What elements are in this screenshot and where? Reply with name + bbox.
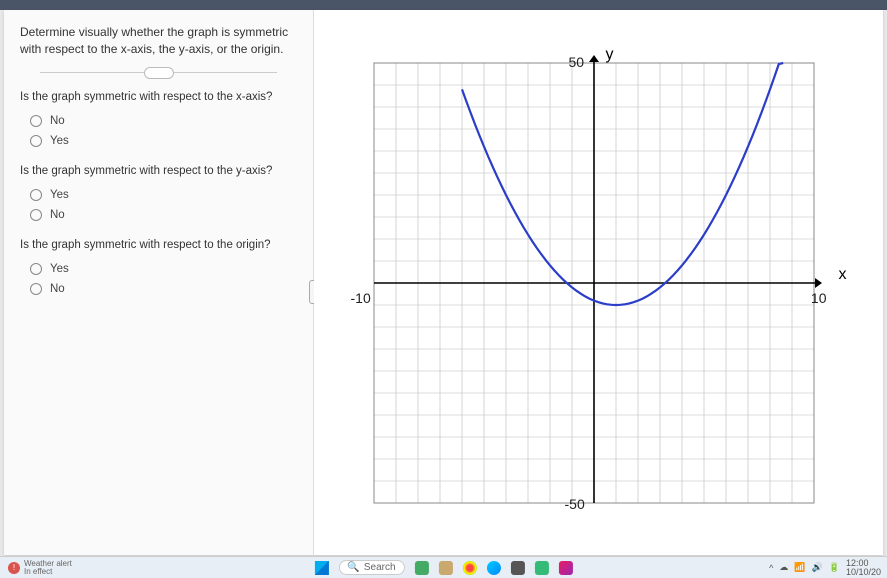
- y-axis-label: y: [606, 46, 614, 64]
- taskbar-tray[interactable]: ^ ☁ 📶 🔊 🔋 12:00 10/10/20: [769, 559, 881, 577]
- weather-widget[interactable]: ! Weather alert In effect: [8, 560, 72, 576]
- x-right-tick: 10: [811, 290, 827, 306]
- alert-icon: !: [8, 562, 20, 574]
- radio-icon: [30, 263, 42, 275]
- radio-label: Yes: [50, 135, 69, 147]
- radio-label: No: [50, 209, 65, 221]
- cloud-icon[interactable]: ☁: [779, 562, 788, 573]
- taskbar-app-icon[interactable]: [415, 561, 429, 575]
- radio-label: Yes: [50, 263, 69, 275]
- taskbar-app-icon-2[interactable]: [511, 561, 525, 575]
- coordinate-graph[interactable]: y x 50 -50 -10 10: [359, 48, 829, 518]
- radio-icon: [30, 115, 42, 127]
- radio-q2-no[interactable]: No: [20, 205, 297, 225]
- file-explorer-icon[interactable]: [439, 561, 453, 575]
- windows-start-icon[interactable]: [314, 561, 328, 575]
- browser-top-bar: [0, 0, 887, 10]
- question-prompt: Determine visually whether the graph is …: [20, 24, 297, 58]
- taskbar-center: 🔍 Search: [314, 560, 572, 575]
- radio-q3-yes[interactable]: Yes: [20, 259, 297, 279]
- y-bottom-tick: -50: [565, 496, 585, 512]
- main-container: Determine visually whether the graph is …: [4, 10, 883, 555]
- windows-taskbar[interactable]: ! Weather alert In effect 🔍 Search ^ ☁ 📶…: [0, 556, 887, 578]
- radio-q2-yes[interactable]: Yes: [20, 185, 297, 205]
- taskbar-app-icon-4[interactable]: [559, 561, 573, 575]
- weather-text-2: In effect: [24, 568, 72, 576]
- chrome-icon[interactable]: [463, 561, 477, 575]
- subquestion-xaxis: Is the graph symmetric with respect to t…: [20, 91, 297, 103]
- radio-icon: [30, 209, 42, 221]
- wifi-icon[interactable]: 📶: [794, 562, 805, 573]
- chevron-up-icon[interactable]: ^: [769, 563, 773, 573]
- radio-q1-yes[interactable]: Yes: [20, 131, 297, 151]
- subquestion-yaxis: Is the graph symmetric with respect to t…: [20, 165, 297, 177]
- x-axis-label: x: [839, 266, 847, 284]
- taskbar-app-icon-3[interactable]: [535, 561, 549, 575]
- graph-panel: y x 50 -50 -10 10: [314, 10, 883, 555]
- edge-icon[interactable]: [487, 561, 501, 575]
- x-left-tick: -10: [351, 290, 371, 306]
- search-placeholder: Search: [364, 562, 396, 573]
- divider-pill[interactable]: [40, 72, 277, 73]
- radio-icon: [30, 135, 42, 147]
- y-top-tick: 50: [569, 54, 585, 70]
- radio-q1-no[interactable]: No: [20, 111, 297, 131]
- radio-q3-no[interactable]: No: [20, 279, 297, 299]
- radio-icon: [30, 189, 42, 201]
- clock-date: 10/10/20: [846, 568, 881, 577]
- graph-svg: [359, 48, 829, 518]
- radio-label: No: [50, 115, 65, 127]
- search-icon: 🔍: [347, 562, 359, 573]
- radio-icon: [30, 283, 42, 295]
- battery-icon[interactable]: 🔋: [829, 562, 840, 573]
- radio-label: No: [50, 283, 65, 295]
- radio-label: Yes: [50, 189, 69, 201]
- taskbar-search[interactable]: 🔍 Search: [338, 560, 404, 575]
- subquestion-origin: Is the graph symmetric with respect to t…: [20, 239, 297, 251]
- question-panel: Determine visually whether the graph is …: [4, 10, 314, 555]
- volume-icon[interactable]: 🔊: [812, 562, 823, 573]
